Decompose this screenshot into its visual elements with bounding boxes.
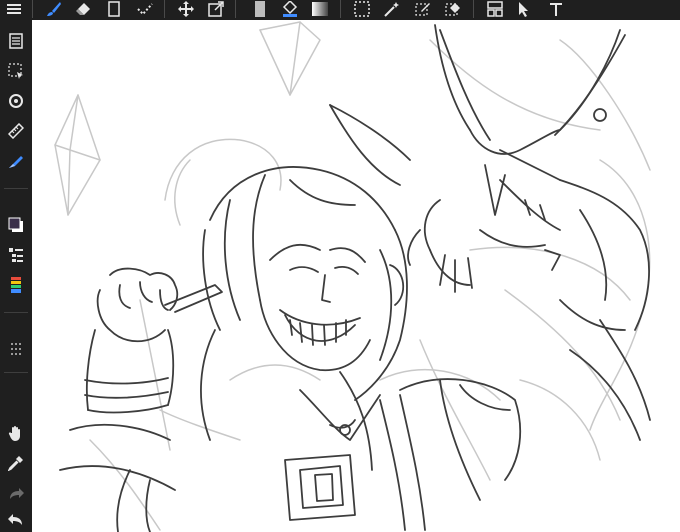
- drawing-canvas[interactable]: [32, 20, 680, 532]
- toolbar-divider: [340, 0, 341, 18]
- paint-bucket-icon: [281, 1, 299, 17]
- sidebar-divider: [4, 372, 28, 373]
- selection-button[interactable]: [4, 62, 28, 84]
- rotate-icon: [8, 93, 24, 113]
- sidebar-divider: [4, 312, 28, 313]
- magic-wand-icon: [384, 1, 400, 17]
- frame-divider-tool-button[interactable]: [485, 0, 505, 18]
- pages-icon: [9, 33, 23, 53]
- marquee-icon: [354, 1, 370, 17]
- snap-button[interactable]: [4, 152, 28, 174]
- toolbar-divider: [164, 0, 165, 18]
- text-tool-button[interactable]: [546, 0, 566, 18]
- color-set-button[interactable]: [4, 276, 28, 298]
- ruler-icon: [7, 122, 25, 143]
- layers-button[interactable]: [4, 246, 28, 268]
- gradient-tool-button[interactable]: [310, 0, 330, 18]
- eraser-icon: [75, 1, 91, 17]
- paint-bucket-tool-button[interactable]: [280, 0, 300, 18]
- rotate-button[interactable]: [4, 92, 28, 114]
- sidebar-grip[interactable]: [4, 338, 28, 360]
- frame-divider-icon: [487, 1, 503, 17]
- selection-eraser-tool-button[interactable]: [443, 0, 463, 18]
- eyedropper-icon: [7, 455, 24, 475]
- toolbar-divider: [235, 0, 236, 18]
- redo-icon: [8, 486, 24, 505]
- left-sidebar: [0, 20, 32, 532]
- edit-frame-tool-button[interactable]: [515, 0, 535, 18]
- blend-tool-button[interactable]: [135, 0, 155, 18]
- selection-icon: [8, 63, 24, 83]
- redo-button[interactable]: [4, 484, 28, 506]
- undo-icon: [8, 512, 24, 531]
- fill-tool-button[interactable]: [250, 0, 270, 18]
- menu-icon: [7, 3, 21, 15]
- gradient-icon: [312, 1, 328, 17]
- grip-icon: [11, 340, 21, 359]
- selection-eraser-icon: [445, 1, 461, 17]
- color-swatch-icon: [8, 217, 24, 237]
- brush-tool-button[interactable]: [44, 0, 64, 18]
- undo-button[interactable]: [4, 510, 28, 532]
- snap-icon: [8, 153, 24, 173]
- hand-button[interactable]: [4, 424, 28, 446]
- pages-button[interactable]: [4, 32, 28, 54]
- edit-frame-icon: [517, 1, 533, 17]
- marquee-tool-button[interactable]: [352, 0, 372, 18]
- sketch-artwork: [54, 21, 651, 532]
- hand-icon: [8, 425, 24, 445]
- transform-tool-button[interactable]: [206, 0, 226, 18]
- smudge-tool-button[interactable]: [104, 0, 124, 18]
- brush-icon: [46, 1, 62, 17]
- transform-icon: [208, 1, 224, 17]
- toolbar-divider: [32, 0, 33, 18]
- magic-wand-tool-button[interactable]: [382, 0, 402, 18]
- text-icon: [549, 1, 563, 17]
- eyedropper-button[interactable]: [4, 454, 28, 476]
- smudge-icon: [107, 1, 121, 17]
- move-tool-button[interactable]: [176, 0, 196, 18]
- layers-icon: [8, 247, 24, 267]
- blend-icon: [136, 1, 154, 17]
- toolbar-divider: [473, 0, 474, 18]
- eraser-tool-button[interactable]: [73, 0, 93, 18]
- move-icon: [178, 1, 194, 17]
- color-swatch-button[interactable]: [4, 216, 28, 238]
- selection-pen-tool-button[interactable]: [413, 0, 433, 18]
- sidebar-divider: [4, 188, 28, 189]
- menu-button[interactable]: [4, 0, 24, 18]
- ruler-button[interactable]: [4, 122, 28, 144]
- fill-icon: [254, 1, 266, 17]
- color-set-icon: [10, 276, 22, 298]
- top-toolbar: [0, 0, 680, 20]
- selection-pen-icon: [415, 1, 431, 17]
